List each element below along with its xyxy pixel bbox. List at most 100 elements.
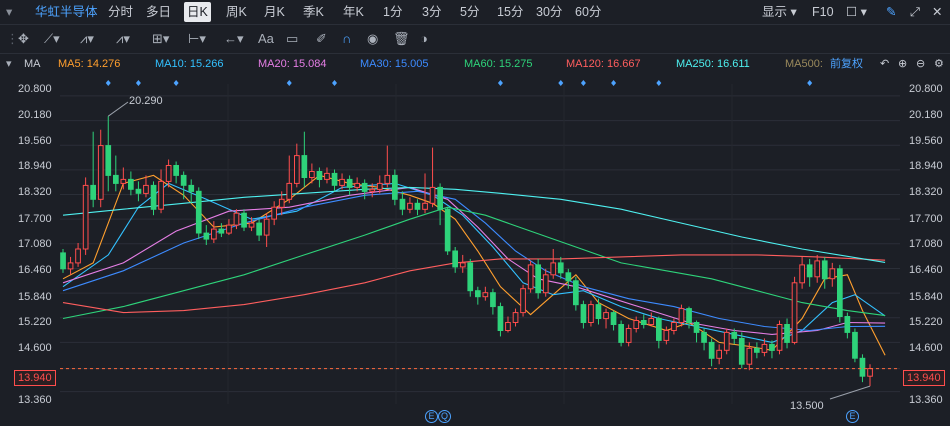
eraser-icon[interactable]: ✐ — [316, 25, 327, 53]
fullscreen-icon[interactable]: ⤢ — [910, 0, 920, 24]
stock-name[interactable]: 华虹半导体 — [35, 0, 98, 24]
move-cursor-icon[interactable]: ✥ — [18, 25, 29, 53]
period-tab-5min[interactable]: 5分 — [460, 0, 479, 24]
kline-svg[interactable] — [0, 74, 950, 426]
candle-body — [354, 182, 360, 188]
wave-tool-icon[interactable]: ⩘▾ — [116, 25, 130, 53]
candle-body — [414, 202, 421, 210]
trash-icon[interactable]: 🗑 — [393, 25, 410, 53]
remove-indicator-icon[interactable]: ⊖ — [916, 54, 925, 74]
ytick-right: 17.700 — [909, 213, 943, 225]
undo-icon[interactable]: ↶ — [880, 54, 889, 74]
ma-label[interactable]: MA — [24, 54, 41, 74]
candle-body — [565, 272, 572, 282]
settings-icon[interactable]: ⚙ — [934, 54, 944, 74]
candle-body — [452, 250, 458, 268]
fib-tool-icon[interactable]: ⊞▾ — [152, 25, 169, 53]
period-tab-60min[interactable]: 60分 — [575, 0, 601, 24]
event-badge-q[interactable]: Q — [438, 410, 451, 423]
comment-icon[interactable]: ▭ — [286, 25, 298, 53]
candle-body — [437, 186, 443, 210]
period-tab-week-k[interactable]: 周K — [226, 0, 247, 24]
range-tool-icon[interactable]: ⊢▾ — [188, 25, 206, 53]
event-marker-icon — [497, 80, 503, 86]
period-tab-30min[interactable]: 30分 — [536, 0, 562, 24]
candle-body — [648, 318, 655, 325]
close-icon[interactable]: ✕ — [932, 0, 942, 24]
candle-body — [738, 337, 745, 365]
event-marker-icon — [135, 80, 141, 86]
candle-body — [158, 180, 164, 210]
period-tab-duori[interactable]: 多日 — [146, 0, 171, 24]
toggle-icon[interactable]: ◑ — [420, 25, 428, 53]
collapse-icon[interactable]: ▾ — [6, 54, 12, 74]
event-badge-e[interactable]: E — [425, 410, 438, 423]
period-tab-season-k[interactable]: 季K — [303, 0, 324, 24]
pen-icon[interactable]: ✎ — [886, 0, 896, 24]
candle-body — [150, 184, 157, 210]
candle-body — [573, 280, 579, 306]
candle-body — [671, 322, 677, 331]
event-badge-e[interactable]: E — [846, 410, 859, 423]
arrow-tool-icon[interactable]: ←▾ — [224, 25, 244, 53]
event-marker-icon — [173, 80, 179, 86]
ytick-right: 16.460 — [909, 264, 943, 276]
candle-body — [663, 330, 670, 341]
drawing-toolbar: ⋮ ✥ ⟋▾ ⩘▾ ⩘▾ ⊞▾ ⊢▾ ←▾ Aa ▭ ✐ ∩ ◉ 🗑 ◑ — [0, 25, 950, 54]
candle-body — [656, 318, 662, 341]
eye-icon[interactable]: ◉ — [367, 25, 378, 53]
period-tab-15min[interactable]: 15分 — [497, 0, 523, 24]
ytick-right: 17.080 — [909, 238, 943, 250]
candle-body — [271, 206, 277, 220]
ytick-left: 18.320 — [18, 186, 52, 198]
add-indicator-icon[interactable]: ⊕ — [898, 54, 907, 74]
period-tab-fenshi[interactable]: 分时 — [108, 0, 133, 24]
candle-body — [105, 145, 112, 176]
f10-button[interactable]: F10 — [812, 0, 834, 24]
magnet-icon[interactable]: ∩ — [342, 25, 351, 53]
candle-body — [580, 304, 587, 324]
ytick-left: 15.220 — [18, 316, 52, 328]
candle-body — [505, 322, 511, 331]
candle-body — [90, 184, 97, 200]
menu-icon[interactable]: ▾ — [6, 0, 12, 24]
candle-body — [459, 262, 466, 268]
text-tool-icon[interactable]: Aa — [258, 25, 274, 53]
candle-body — [309, 171, 315, 178]
candle-body — [218, 228, 225, 234]
ytick-right: 13.360 — [909, 394, 943, 406]
event-marker-icon — [105, 80, 111, 86]
adjust-mode[interactable]: 前复权 — [830, 54, 863, 74]
display-dropdown[interactable]: 显示 ▾ — [762, 0, 797, 24]
candle-body — [97, 145, 104, 200]
candle-body — [535, 264, 541, 294]
candle-body — [708, 341, 715, 359]
candle-body — [407, 202, 413, 210]
line-tool-icon[interactable]: ⟋▾ — [44, 25, 60, 53]
period-tab-day-k[interactable]: 日K — [184, 2, 211, 22]
event-marker-icon — [332, 80, 338, 86]
ma-line-ma10 — [62, 182, 886, 343]
candle-body — [75, 248, 81, 264]
candle-body — [557, 262, 564, 274]
ytick-right: 14.600 — [909, 342, 943, 354]
candle-body — [286, 182, 293, 200]
period-tab-year-k[interactable]: 年K — [343, 0, 364, 24]
max-leader-line — [107, 101, 129, 117]
ytick-left: 15.840 — [18, 291, 52, 303]
top-bar: ▾ 华虹半导体 分时 多日 日K 周K 月K 季K 年K 1分 3分 5分 15… — [0, 0, 950, 25]
ytick-left: 14.600 — [18, 342, 52, 354]
channel-tool-icon[interactable]: ⩘▾ — [80, 25, 94, 53]
period-tab-1min[interactable]: 1分 — [383, 0, 402, 24]
period-tab-month-k[interactable]: 月K — [264, 0, 285, 24]
ma500-value: MA500: — [785, 58, 823, 70]
checkbox-icon[interactable]: ☐ ▾ — [846, 0, 867, 24]
candle-body — [444, 208, 451, 252]
candle-body — [527, 264, 534, 290]
candle-body — [482, 292, 489, 298]
candle-body — [82, 184, 89, 250]
kline-chart[interactable]: 20.800 20.180 19.560 18.940 18.320 17.70… — [0, 74, 950, 426]
candle-body — [195, 190, 202, 234]
candle-body — [278, 198, 285, 208]
period-tab-3min[interactable]: 3分 — [422, 0, 441, 24]
